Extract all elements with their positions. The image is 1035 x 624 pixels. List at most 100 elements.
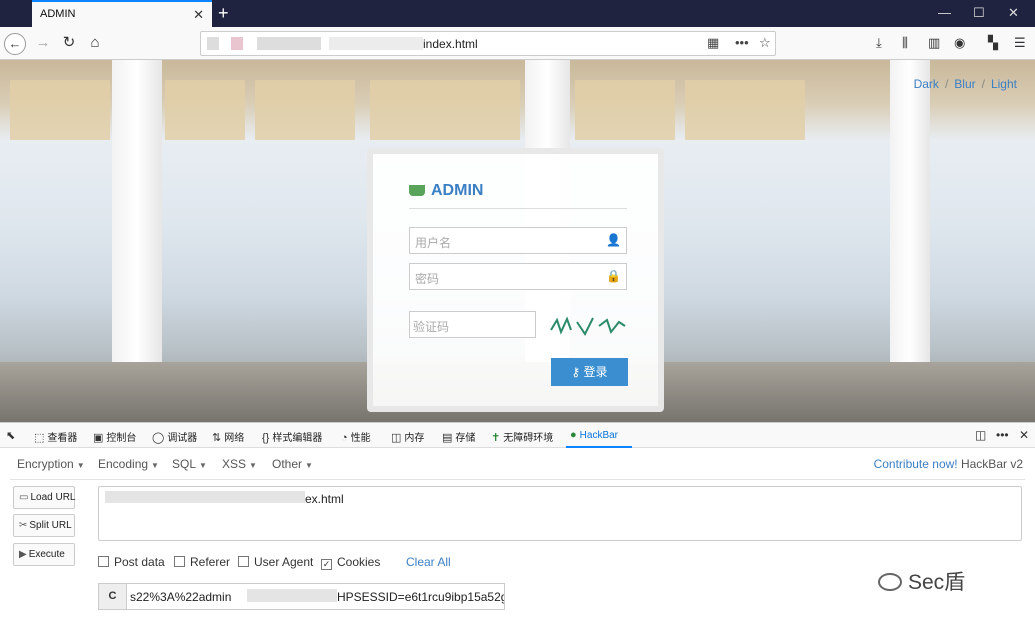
hackbar-icon: ● <box>570 429 577 441</box>
hackbar-version: HackBar v2 <box>960 457 1023 471</box>
extensions-icon[interactable]: ▚ <box>988 35 998 51</box>
back-icon[interactable]: ← <box>4 33 26 55</box>
contribute-area: Contribute now! HackBar v2 <box>874 457 1023 471</box>
captcha-image[interactable] <box>549 314 627 338</box>
tab-performance[interactable]: ◔ 性能 <box>341 429 371 444</box>
maximize-button[interactable]: ☐ <box>973 5 985 21</box>
key-icon: ⚷ <box>571 365 584 379</box>
checkmark-icon: ✓ <box>321 559 332 570</box>
xss-menu[interactable]: XSS ▼ <box>222 457 257 471</box>
performance-icon: ◔ <box>341 432 348 444</box>
play-icon: ▶ <box>19 549 27 560</box>
checkbox-box <box>98 556 109 567</box>
window-blind <box>370 80 520 140</box>
watermark: Sec盾 <box>878 566 965 596</box>
caret-down-icon: ▼ <box>199 461 207 470</box>
post-data-checkbox[interactable]: Post data <box>98 555 165 569</box>
devtools-toolbar: ⬉ ⬚ 查看器 ▣ 控制台 ◯ 调试器 ⇅ 网络 {} 样式编辑器 ◔ 性能 ◫ 内存 ▤ 存储… <box>0 422 1035 448</box>
other-menu[interactable]: Other ▼ <box>272 457 313 471</box>
execute-button[interactable]: ▶ Execute <box>13 543 75 566</box>
new-tab-button[interactable]: + <box>218 3 229 24</box>
more-actions-icon[interactable]: ••• <box>735 35 749 50</box>
window-blind <box>10 80 110 140</box>
url-text: index.html <box>423 37 478 51</box>
hackbar-panel: Encryption ▼ Encoding ▼ SQL ▼ XSS ▼ Other ▼ C… <box>0 448 1035 624</box>
browser-tab[interactable]: ADMIN ✕ <box>32 0 212 27</box>
tab-console[interactable]: ▣ 控制台 <box>93 429 136 444</box>
home-icon[interactable]: ⌂ <box>84 33 106 55</box>
caret-down-icon: ▼ <box>249 461 257 470</box>
sql-menu[interactable]: SQL ▼ <box>172 457 207 471</box>
tab-style-editor[interactable]: {} 样式编辑器 <box>262 429 322 444</box>
debugger-icon: ◯ <box>152 432 165 444</box>
theme-dark-link[interactable]: Dark <box>914 77 939 91</box>
url-bar[interactable]: index.html ▦ ••• ☆ <box>200 31 776 56</box>
tab-storage[interactable]: ▤ 存储 <box>442 429 475 444</box>
divider <box>10 479 1025 480</box>
element-picker-icon[interactable]: ⬉ <box>6 429 18 442</box>
inspector-icon: ⬚ <box>34 432 45 444</box>
tab-hackbar[interactable]: ● HackBar <box>570 429 618 441</box>
pillar <box>890 60 930 390</box>
user-icon: 👤 <box>606 233 621 247</box>
theme-light-link[interactable]: Light <box>991 77 1017 91</box>
captcha-field[interactable]: 验证码 <box>409 311 536 338</box>
library-icon[interactable]: ⫼ <box>902 35 908 51</box>
tab-accessibility[interactable]: ✝ 无障碍环境 <box>491 429 553 444</box>
cookie-input[interactable]: s22%3A%22admin HPSESSID=e6t1rcu9ibp15a52… <box>126 583 505 610</box>
forward-icon[interactable]: → <box>32 33 54 55</box>
load-url-button[interactable]: ▭ Load URL <box>13 486 75 509</box>
login-title: ADMIN <box>409 182 483 200</box>
tab-debugger[interactable]: ◯ 调试器 <box>152 429 197 444</box>
devtools-options-icon[interactable]: ••• <box>996 428 1009 442</box>
login-button[interactable]: ⚷ 登录 <box>551 358 628 386</box>
qr-code-icon[interactable]: ▦ <box>707 35 719 51</box>
reload-icon[interactable]: ↻ <box>58 33 80 55</box>
contribute-link[interactable]: Contribute now! <box>874 457 958 471</box>
divider <box>409 208 627 209</box>
theme-switcher: Dark / Blur / Light <box>913 77 1017 91</box>
tab-network[interactable]: ⇅ 网络 <box>212 429 244 444</box>
redacted-url <box>329 37 423 50</box>
tab-memory[interactable]: ◫ 内存 <box>391 429 424 444</box>
memory-icon: ◫ <box>391 432 402 444</box>
dock-side-icon[interactable]: ◫ <box>975 428 986 442</box>
url-textarea[interactable]: ex.html <box>98 486 1022 541</box>
password-field[interactable]: 密码 🔒 <box>409 263 627 290</box>
redacted-url <box>105 491 305 503</box>
account-icon[interactable]: ◉ <box>954 35 965 51</box>
encryption-menu[interactable]: Encryption ▼ <box>17 457 85 471</box>
lock-icon: 🔒 <box>606 269 621 283</box>
clear-all-link[interactable]: Clear All <box>406 555 451 569</box>
checkbox-box <box>174 556 185 567</box>
window-blind <box>685 80 805 140</box>
accessibility-icon: ✝ <box>491 432 501 444</box>
split-url-button[interactable]: ✂ Split URL <box>13 514 75 537</box>
redacted-url <box>231 37 243 50</box>
close-window-button[interactable]: ✕ <box>1008 5 1019 21</box>
cookies-checkbox[interactable]: ✓ Cookies <box>321 555 380 570</box>
minimize-button[interactable]: — <box>938 5 951 20</box>
bookmark-star-icon[interactable]: ☆ <box>759 35 771 51</box>
menu-icon[interactable]: ☰ <box>1014 35 1026 51</box>
tab-inspector[interactable]: ⬚ 查看器 <box>34 429 77 444</box>
console-icon: ▣ <box>93 432 104 444</box>
user-agent-checkbox[interactable]: User Agent <box>238 555 313 569</box>
redacted-url <box>257 37 321 50</box>
username-field[interactable]: 用户名 👤 <box>409 227 627 254</box>
encoding-menu[interactable]: Encoding ▼ <box>98 457 159 471</box>
url-value: ex.html <box>305 492 344 506</box>
close-devtools-icon[interactable]: ✕ <box>1019 428 1029 442</box>
tab-strip: ADMIN ✕ + — ☐ ✕ <box>0 0 1035 27</box>
download-icon[interactable]: ⤓ <box>876 35 882 51</box>
coffee-icon <box>409 185 425 196</box>
sidebar-icon[interactable]: ▥ <box>928 35 940 51</box>
network-icon: ⇅ <box>212 432 222 444</box>
window-blind <box>165 80 245 140</box>
theme-blur-link[interactable]: Blur <box>954 77 975 91</box>
pillar <box>112 60 162 390</box>
referer-checkbox[interactable]: Referer <box>174 555 230 569</box>
tab-close-icon[interactable]: ✕ <box>193 7 204 23</box>
cookie-label: C <box>98 583 127 610</box>
caret-down-icon: ▼ <box>76 461 85 470</box>
